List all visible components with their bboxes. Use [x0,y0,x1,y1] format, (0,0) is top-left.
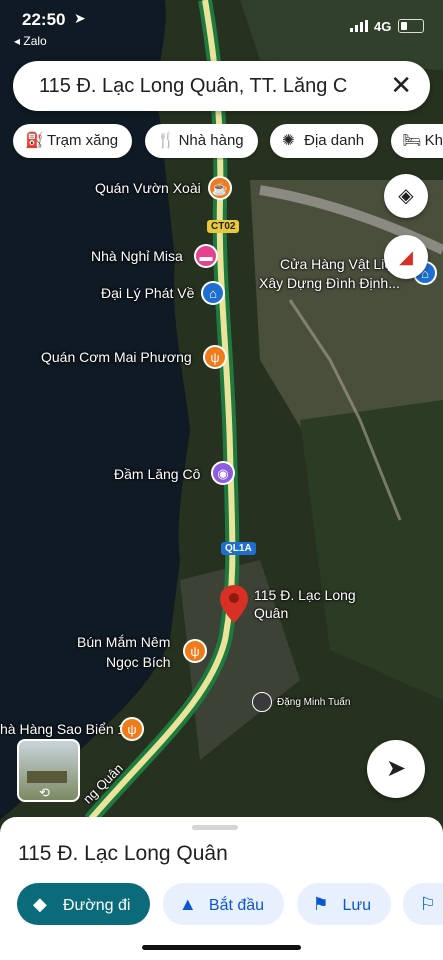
close-icon[interactable]: ✕ [390,71,412,99]
navigation-icon: ▲ [178,894,197,914]
selected-place-label: 115 Đ. Lạc Long [254,587,356,603]
back-to-app[interactable]: ◂ Zalo [14,34,47,48]
compass-button[interactable]: ◢ [384,235,428,279]
compass-icon: ◢ [399,247,413,267]
place-label[interactable]: Đặng Minh Tuấn [277,697,350,708]
shop-icon[interactable]: ⌂ [201,281,225,305]
place-label[interactable]: Cửa Hàng Vật Liệ [280,256,392,272]
chip-label: Trạm xăng [47,132,119,149]
clock: 22:50 [22,10,66,29]
place-label[interactable]: Xây Dựng Đình Định... [259,275,400,291]
place-label[interactable]: hà Hàng Sao Biển 1 [0,721,125,737]
navigation-arrow-icon: ➤ [385,755,407,782]
selected-place-label: Quân [254,605,289,621]
user-avatar-icon[interactable] [252,692,272,712]
status-bar: 22:50 ➤ ◂ Zalo 4G [0,0,443,54]
gas-icon: ⛽ [25,132,44,149]
layers-icon: ◈ [398,185,414,207]
road-shield-ql1a: QL1A [221,542,256,555]
search-input[interactable]: 115 Đ. Lạc Long Quân, TT. Lăng C [39,75,359,98]
hotel-icon[interactable]: ▬ [194,244,218,268]
flag-icon: ⚐ [419,894,436,914]
chip-gas[interactable]: ⛽ Trạm xăng [13,124,133,158]
action-row: ◆ Đường đi ▲ Bắt đầu ⚑ Lưu ⚐Th [17,883,443,925]
place-label[interactable]: Quán Cơm Mai Phương [41,349,192,365]
restaurant-icon[interactable]: ψ [183,639,207,663]
hotel-icon: 🛏 [402,132,422,149]
layers-button[interactable]: ◈ [384,174,428,218]
landmark-icon: ✺ [282,132,295,149]
directions-button[interactable]: ◆ Đường đi [17,883,151,925]
camera-icon[interactable]: ◉ [211,461,235,485]
network-type: 4G [374,19,392,34]
chip-label: Nhà hàng [178,132,244,149]
chip-landmark[interactable]: ✺ Địa danh [270,124,379,158]
place-sheet[interactable]: 115 Đ. Lạc Long Quân ◆ Đường đi ▲ Bắt đầu … [0,817,443,960]
place-label[interactable]: Đại Lý Phát Về [101,285,194,301]
sheet-handle[interactable] [192,825,238,830]
location-pin-icon[interactable] [220,585,248,623]
start-button[interactable]: ▲ Bắt đầu [162,883,285,925]
save-button[interactable]: ⚑ Lưu [296,883,392,925]
chip-hotel[interactable]: 🛏Khá [390,124,443,158]
category-chips: ⛽Trạm xăng 🍴Nhà hàng ✺ Địa danh 🛏Khá [13,124,443,160]
place-label[interactable]: Ngọc Bích [106,654,171,670]
restaurant-icon[interactable]: ψ [120,717,144,741]
chip-restaurant[interactable]: 🍴 Nhà hàng [144,124,258,158]
action-label: Đường đi [63,897,131,914]
home-indicator[interactable] [142,945,301,950]
restaurant-icon[interactable]: ψ [203,345,227,369]
place-title: 115 Đ. Lạc Long Quân [18,842,228,865]
directions-icon: ◆ [33,894,47,914]
cafe-icon[interactable]: ☕ [208,176,232,200]
restaurant-icon: 🍴 [156,132,176,149]
back-app-label: Zalo [23,34,47,48]
cellular-signal-icon [350,20,368,32]
place-label[interactable]: Nhà Nghỉ Misa [91,248,183,264]
chip-label: Khá [424,132,443,149]
place-label[interactable]: Quán Vườn Xoài [95,180,201,196]
bookmark-icon: ⚑ [312,894,329,914]
action-label: Bắt đầu [208,897,265,914]
chip-label: Địa danh [304,132,365,149]
action-label: Lưu [342,897,372,914]
street-view-thumbnail[interactable]: ⟲ [17,739,80,802]
location-arrow-icon: ➤ [74,10,86,26]
more-button[interactable]: ⚐Th [403,883,443,925]
road-shield-ct02: CT02 [207,220,240,233]
place-label[interactable]: Đầm Lăng Cô [114,466,200,482]
search-bar[interactable]: 115 Đ. Lạc Long Quân, TT. Lăng C ✕ [13,61,430,111]
rotate-360-icon: ⟲ [39,785,50,800]
place-label[interactable]: Bún Mắm Nêm [77,634,170,650]
battery-icon [398,19,424,33]
my-location-button[interactable]: ➤ [367,740,425,798]
